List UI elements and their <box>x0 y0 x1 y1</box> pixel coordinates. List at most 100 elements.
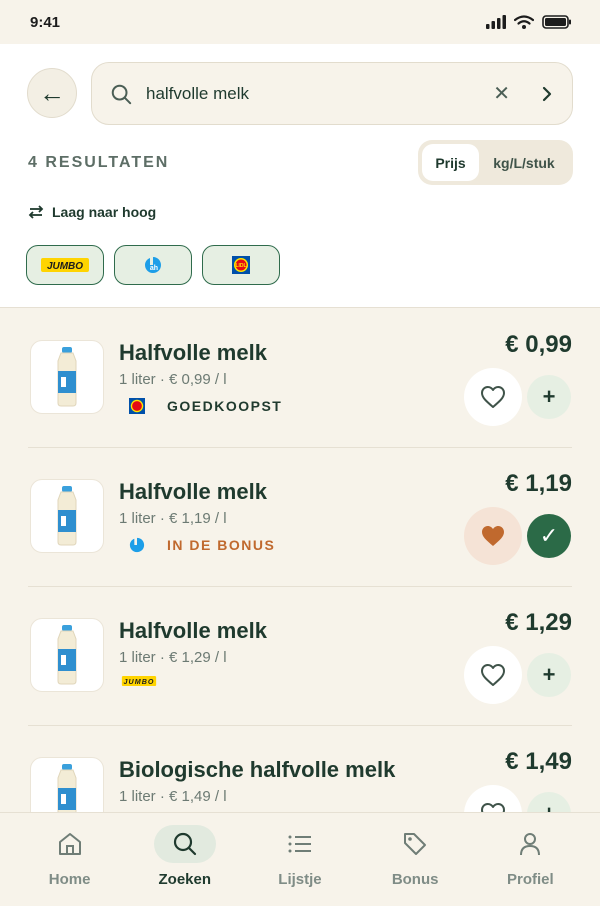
jumbo-logo: JUMBO <box>121 676 157 686</box>
list-icon-wrap <box>269 825 331 863</box>
plus-icon: + <box>542 662 556 687</box>
heart-outline-icon <box>481 803 505 812</box>
lidl-logo <box>129 398 145 414</box>
add-to-list-button[interactable]: + <box>527 375 571 419</box>
product-name: Halfvolle melk <box>119 340 267 365</box>
search-icon <box>173 832 196 856</box>
heart-filled-icon <box>482 526 504 546</box>
store-filters: JUMBO ah LIDL <box>26 245 280 285</box>
product-row[interactable]: Halfvolle melk 1 liter · € 1,19 / l IN D… <box>28 448 572 587</box>
wifi-icon <box>514 15 534 29</box>
checkmark-icon: ✓ <box>539 523 559 548</box>
plus-icon: + <box>543 801 556 812</box>
cheapest-badge: GOEDKOOPST <box>167 398 283 414</box>
search-icon <box>111 84 132 104</box>
back-button[interactable]: ← <box>27 68 77 118</box>
price-unit-toggle: Prijs kg/L/stuk <box>418 140 573 185</box>
toggle-price[interactable]: Prijs <box>422 144 479 181</box>
jumbo-logo: JUMBO <box>41 258 89 272</box>
heart-outline-icon <box>481 664 505 686</box>
chevron-right-icon[interactable] <box>540 85 554 103</box>
tab-list[interactable]: Lijstje <box>250 813 350 906</box>
tab-label: Home <box>48 871 91 888</box>
product-image <box>30 340 104 414</box>
search-input[interactable]: halfvolle melk <box>146 84 493 104</box>
filter-jumbo[interactable]: JUMBO <box>26 245 104 285</box>
add-to-list-button[interactable]: + <box>527 792 571 812</box>
svg-text:ah: ah <box>150 265 158 272</box>
sort-arrows-icon <box>28 205 44 219</box>
tab-label: Bonus <box>391 871 439 888</box>
product-price: € 1,49 <box>505 748 572 775</box>
search-bar[interactable]: halfvolle melk ✕ <box>91 62 573 125</box>
sort-button[interactable]: Laag naar hoog <box>28 204 156 220</box>
ah-logo: ah <box>145 257 161 273</box>
product-unit-price: 1 liter · € 1,19 / l <box>119 510 227 527</box>
user-icon <box>520 833 541 856</box>
product-store-tag: GOEDKOOPST <box>129 398 282 414</box>
product-image <box>30 618 104 692</box>
signal-icon <box>486 15 506 29</box>
favorite-button[interactable] <box>464 646 522 704</box>
favorite-button[interactable] <box>464 368 522 426</box>
product-name: Biologische halfvolle melk <box>119 757 396 782</box>
svg-text:JUMBO: JUMBO <box>47 261 83 272</box>
user-icon-wrap <box>499 825 561 863</box>
svg-text:LIDL: LIDL <box>235 263 246 269</box>
tab-profile[interactable]: Profiel <box>480 813 580 906</box>
sort-label: Laag naar hoog <box>52 204 157 220</box>
svg-text:JUMBO: JUMBO <box>123 678 154 686</box>
filter-ah[interactable]: ah <box>114 245 192 285</box>
results-count: 4 RESULTATEN <box>28 154 170 171</box>
product-price: € 1,19 <box>505 470 572 497</box>
product-unit-price: 1 liter · € 0,99 / l <box>119 371 227 388</box>
product-image <box>30 757 104 812</box>
product-row[interactable]: Halfvolle melk 1 liter · € 1,29 / l JUMB… <box>28 587 572 726</box>
favorite-button[interactable] <box>464 785 522 812</box>
add-to-list-button[interactable]: + <box>527 653 571 697</box>
arrow-left-icon: ← <box>39 77 65 108</box>
tag-icon <box>404 833 427 855</box>
clear-icon[interactable]: ✕ <box>493 81 510 106</box>
product-name: Halfvolle melk <box>119 618 267 643</box>
tab-search[interactable]: Zoeken <box>135 813 235 906</box>
product-price: € 1,29 <box>505 609 572 636</box>
product-name: Halfvolle melk <box>119 479 267 504</box>
product-store-tag: IN DE BONUS <box>129 537 275 553</box>
milk-bottle-icon <box>57 625 77 685</box>
heart-outline-icon <box>481 386 505 408</box>
lidl-logo: LIDL <box>232 256 250 274</box>
bonus-badge: IN DE BONUS <box>167 537 276 553</box>
search-header: ← halfvolle melk ✕ 4 RESULTATEN Prijs kg… <box>0 44 600 308</box>
ah-logo <box>129 537 145 553</box>
tab-label: Profiel <box>507 871 554 888</box>
product-price: € 0,99 <box>505 331 572 358</box>
tab-home[interactable]: Home <box>20 813 120 906</box>
tag-icon-wrap <box>384 825 446 863</box>
milk-bottle-icon <box>57 764 77 812</box>
home-icon-wrap <box>39 825 101 863</box>
tab-label: Lijstje <box>278 871 322 888</box>
tab-bonus[interactable]: Bonus <box>365 813 465 906</box>
search-icon-wrap <box>153 825 216 863</box>
list-icon <box>288 835 311 853</box>
product-unit-price: 1 liter · € 1,29 / l <box>119 649 227 666</box>
battery-icon <box>542 15 571 29</box>
tab-label: Zoeken <box>158 871 212 888</box>
toggle-per-unit[interactable]: kg/L/stuk <box>479 144 569 181</box>
milk-bottle-icon <box>57 486 77 546</box>
product-row[interactable]: Halfvolle melk 1 liter · € 0,99 / l GOED… <box>28 309 572 448</box>
bottom-tab-bar: Home Zoeken Lijstje Bonus Profiel <box>0 812 600 906</box>
product-image <box>30 479 104 553</box>
product-unit-price: 1 liter · € 1,49 / l <box>119 788 227 805</box>
added-to-list-button[interactable]: ✓ <box>527 514 571 558</box>
plus-icon: + <box>542 384 556 409</box>
product-store-tag: JUMBO <box>119 676 159 686</box>
status-bar: 9:41 <box>0 0 600 44</box>
status-icons <box>486 15 572 29</box>
home-icon <box>58 833 81 855</box>
results-list[interactable]: Halfvolle melk 1 liter · € 0,99 / l GOED… <box>0 309 600 812</box>
product-row[interactable]: Biologische halfvolle melk 1 liter · € 1… <box>28 726 572 812</box>
filter-lidl[interactable]: LIDL <box>202 245 280 285</box>
favorite-button[interactable] <box>464 507 522 565</box>
